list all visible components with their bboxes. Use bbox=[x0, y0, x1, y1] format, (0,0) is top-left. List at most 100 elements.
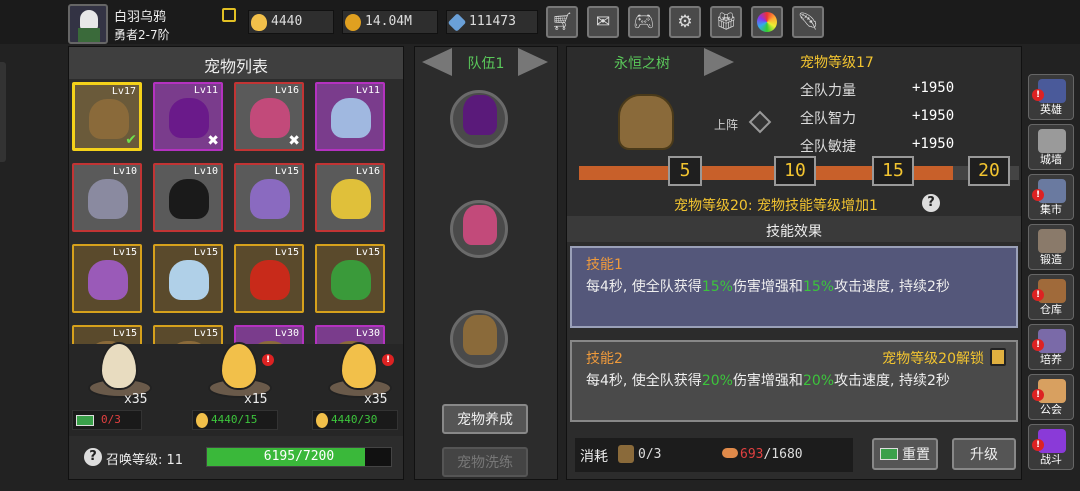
pet-level-badge: Lv15 bbox=[193, 247, 218, 258]
team-pet-sprite bbox=[463, 95, 497, 135]
team-slot[interactable] bbox=[450, 310, 508, 368]
pet-card[interactable]: Lv15 bbox=[234, 244, 304, 313]
pet-card[interactable]: Lv11 bbox=[315, 82, 385, 151]
pet-level-badge: Lv15 bbox=[112, 247, 137, 258]
side-menu-5[interactable]: 培养! bbox=[1028, 324, 1074, 370]
pet-card[interactable]: Lv11 ✖ bbox=[153, 82, 223, 151]
cart-icon: 🛒︎ bbox=[551, 12, 573, 32]
pet-level-badge: Lv30 bbox=[355, 328, 380, 339]
stat-label: 全队敏捷 bbox=[800, 139, 856, 155]
gear-icon: ⚙ bbox=[677, 12, 693, 32]
bonus-text: 宠物等级20: 宠物技能等级增加1 bbox=[674, 198, 878, 214]
video-ad-icon bbox=[76, 415, 94, 426]
pet-card[interactable]: Lv16 bbox=[315, 163, 385, 232]
side-menu-6[interactable]: 公会! bbox=[1028, 374, 1074, 420]
gift-button[interactable]: 🎁︎ bbox=[710, 6, 742, 38]
pet-sprite bbox=[250, 98, 290, 138]
skill-2: 技能2 宠物等级20解锁 每4秒, 使全队获得20%伤害增强和20%攻击速度, … bbox=[570, 340, 1018, 422]
wheel-button[interactable] bbox=[751, 6, 783, 38]
pet-card[interactable]: Lv15 bbox=[315, 244, 385, 313]
settings-button[interactable]: ⚙ bbox=[669, 6, 701, 38]
edit-name-icon[interactable] bbox=[222, 8, 236, 22]
cost-1: 0/3 bbox=[638, 447, 662, 462]
egg-cost[interactable]: 0/3 bbox=[72, 410, 142, 430]
pet-sprite bbox=[169, 179, 209, 219]
shop-button[interactable]: 🛒︎ bbox=[546, 6, 578, 38]
pet-level-badge: Lv15 bbox=[193, 328, 218, 339]
feather-icon: 🪶︎ bbox=[797, 12, 819, 32]
stat-label: 全队力量 bbox=[800, 83, 856, 99]
side-menu-label: 锻造 bbox=[1040, 253, 1062, 266]
side-handle[interactable] bbox=[0, 62, 6, 162]
team-slot[interactable] bbox=[450, 200, 508, 258]
side-menu-2[interactable]: 集市! bbox=[1028, 174, 1074, 220]
pet-sprite bbox=[331, 179, 371, 219]
egg-slot[interactable]: ! x35 bbox=[320, 340, 400, 410]
side-menu-label: 战斗 bbox=[1040, 453, 1062, 466]
pet-card[interactable]: Lv10 bbox=[153, 163, 223, 232]
gamepad-button[interactable]: 🎮︎ bbox=[628, 6, 660, 38]
mail-button[interactable]: ✉ bbox=[587, 6, 619, 38]
egg-count: x35 bbox=[364, 392, 388, 407]
team-pet-sprite bbox=[463, 205, 497, 245]
help-icon[interactable]: ? bbox=[84, 448, 102, 466]
mail-icon: ✉ bbox=[595, 12, 611, 32]
pet-card[interactable]: Lv17 ✔ bbox=[72, 82, 142, 151]
gamepad-icon: 🎮︎ bbox=[633, 12, 655, 32]
pet-sprite bbox=[88, 179, 128, 219]
pet-sprite bbox=[88, 260, 128, 300]
gem-count: 111473 bbox=[469, 14, 516, 29]
cost-2: 693/1680 bbox=[740, 447, 803, 462]
side-menu-4[interactable]: 仓库! bbox=[1028, 274, 1074, 320]
team-slot[interactable] bbox=[450, 90, 508, 148]
reset-button[interactable]: 重置 bbox=[872, 438, 938, 470]
skill-2-name: 技能2 bbox=[586, 351, 623, 367]
pet-card[interactable]: Lv16 ✖ bbox=[234, 82, 304, 151]
level-milestone: 20 bbox=[968, 156, 1010, 186]
pet-card[interactable]: Lv15 bbox=[72, 244, 142, 313]
pet-card[interactable]: Lv15 bbox=[234, 163, 304, 232]
gem-icon bbox=[447, 13, 467, 32]
next-pet-arrow[interactable] bbox=[704, 48, 734, 76]
pet-card[interactable]: Lv10 bbox=[72, 163, 142, 232]
upgrade-button[interactable]: 升级 bbox=[952, 438, 1016, 470]
bonus-help-icon[interactable]: ? bbox=[922, 194, 940, 212]
stat-value: +1950 bbox=[912, 80, 955, 96]
pet-sprite bbox=[331, 260, 371, 300]
skill-2-desc: 每4秒, 使全队获得20%伤害增强和20%攻击速度, 持续2秒 bbox=[586, 373, 950, 389]
next-team-arrow[interactable] bbox=[518, 48, 548, 76]
alert-badge: ! bbox=[1032, 439, 1044, 451]
avatar[interactable] bbox=[68, 4, 108, 44]
pet-sprite bbox=[250, 260, 290, 300]
egg-icon bbox=[220, 342, 258, 390]
alert-badge: ! bbox=[262, 354, 274, 366]
feather-button[interactable]: 🪶︎ bbox=[792, 6, 824, 38]
alert-badge: ! bbox=[382, 354, 394, 366]
pet-wash-button[interactable]: 宠物洗练 bbox=[442, 447, 528, 477]
side-menu-1[interactable]: 城墙 bbox=[1028, 124, 1074, 170]
level-milestone: 10 bbox=[774, 156, 816, 186]
side-menu-7[interactable]: 战斗! bbox=[1028, 424, 1074, 470]
pet-train-button[interactable]: 宠物养成 bbox=[442, 404, 528, 434]
side-menu-3[interactable]: 锻造 bbox=[1028, 224, 1074, 270]
side-menu-label: 英雄 bbox=[1040, 103, 1062, 116]
prev-team-arrow[interactable] bbox=[422, 48, 452, 76]
side-menu-icon bbox=[1038, 229, 1066, 253]
egg-count: x35 bbox=[124, 392, 148, 407]
skill-effect-title: 技能效果 bbox=[766, 224, 822, 240]
bone-icon bbox=[722, 448, 738, 458]
wheel-icon bbox=[757, 12, 777, 32]
side-menu-0[interactable]: 英雄! bbox=[1028, 74, 1074, 120]
egg-cost[interactable]: 4440/15 bbox=[192, 410, 278, 430]
tree-token-icon bbox=[618, 445, 634, 463]
summon-progress: 6195/7200 bbox=[206, 447, 392, 467]
pet-sprite bbox=[89, 99, 129, 139]
skill-2-lock-text: 宠物等级20解锁 bbox=[882, 351, 984, 367]
summon-level-label: 召唤等级: 11 bbox=[106, 453, 184, 468]
egg-cost[interactable]: 4440/30 bbox=[312, 410, 398, 430]
egg-slot[interactable]: ! x15 bbox=[200, 340, 280, 410]
pet-card[interactable]: Lv15 bbox=[153, 244, 223, 313]
pet-level-badge: Lv16 bbox=[355, 166, 380, 177]
gift-icon: 🎁︎ bbox=[715, 12, 737, 32]
egg-slot[interactable]: x35 bbox=[80, 340, 160, 410]
